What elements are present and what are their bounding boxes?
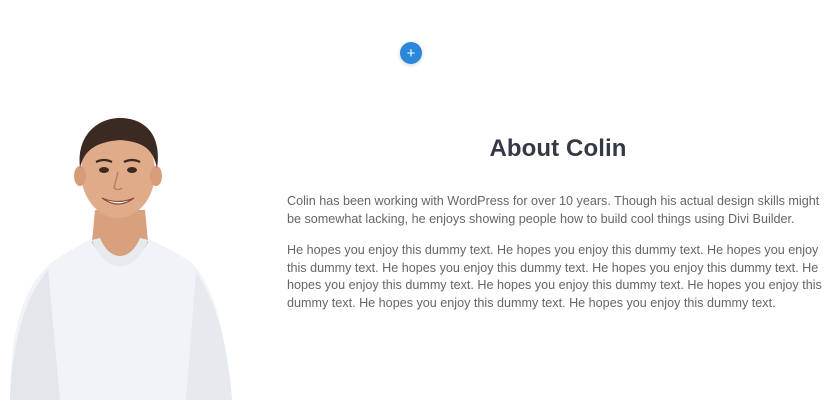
plus-icon: + [406, 44, 416, 62]
bio-line: Colin has been working with WordPress fo… [287, 194, 820, 208]
dummy-line: this dummy text. He hopes you enjoy this… [287, 260, 819, 275]
about-heading: About Colin [489, 135, 627, 162]
bio-line: be somewhat lacking, he enjoys showing p… [287, 211, 795, 226]
profile-photo [10, 118, 232, 400]
add-section-button[interactable]: + [400, 42, 422, 64]
dummy-line: hopes you enjoy this dummy text. He hope… [287, 278, 822, 292]
bio-paragraph: Colin has been working with WordPress fo… [287, 193, 825, 228]
about-section: About Colin Colin has been working with … [287, 135, 825, 320]
dummy-line: He hopes you enjoy this dummy text. He h… [287, 243, 819, 257]
dummy-paragraph: He hopes you enjoy this dummy text. He h… [287, 242, 825, 312]
dummy-line: dummy text. He hopes you enjoy this dumm… [287, 295, 776, 310]
